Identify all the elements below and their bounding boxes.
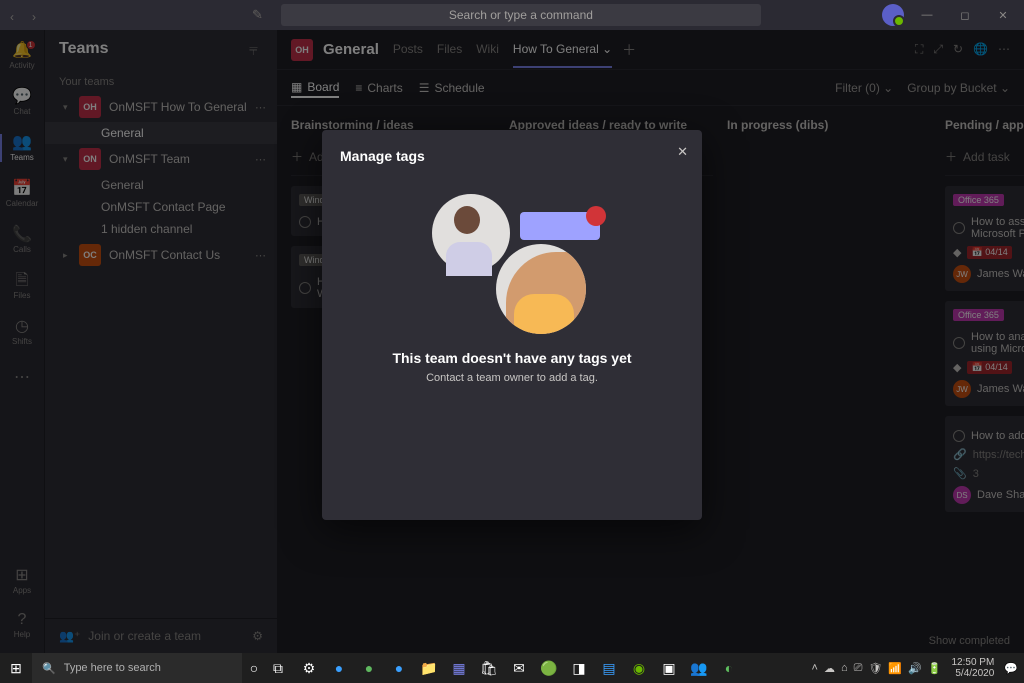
- search-icon: 🔍: [42, 662, 56, 675]
- taskbar-app-icon[interactable]: ●: [354, 656, 384, 680]
- taskbar-app-icon[interactable]: ▦: [444, 656, 474, 680]
- tray-icon[interactable]: ⌂: [841, 662, 848, 674]
- close-icon[interactable]: ✕: [677, 144, 688, 160]
- app-window: ‹ › ✎ Search or type a command — ◻ ✕ 🔔Ac…: [0, 0, 1024, 653]
- titlebar: ‹ › ✎ Search or type a command — ◻ ✕: [0, 0, 1024, 30]
- taskbar-app-icon[interactable]: ●: [324, 656, 354, 680]
- search-box[interactable]: Search or type a command: [281, 4, 761, 26]
- dialog-title: Manage tags: [340, 148, 684, 164]
- empty-state-heading: This team doesn't have any tags yet: [340, 350, 684, 366]
- taskbar-app-icon[interactable]: ●: [384, 656, 414, 680]
- notifications-icon[interactable]: 💬: [1004, 662, 1018, 675]
- taskbar-app-icon[interactable]: 🛍: [474, 656, 504, 680]
- taskbar-app-icon[interactable]: 📁: [414, 656, 444, 680]
- system-tray: ˄ ☁ ⌂ ⎚ 🛡 📶 🔊 🔋 12:50 PM5/4/2020 💬: [812, 657, 1024, 679]
- volume-icon[interactable]: 🔊: [908, 662, 922, 675]
- taskbar-app-icon[interactable]: ▣: [654, 656, 684, 680]
- taskbar-app-icon[interactable]: ◨: [564, 656, 594, 680]
- tray-icon[interactable]: ☁: [824, 662, 835, 675]
- back-icon[interactable]: ‹: [10, 10, 20, 20]
- cortana-icon[interactable]: ○: [242, 656, 266, 680]
- start-button[interactable]: ⊞: [0, 656, 32, 680]
- forward-icon[interactable]: ›: [32, 10, 42, 20]
- clock[interactable]: 12:50 PM5/4/2020: [947, 657, 998, 679]
- manage-tags-dialog: Manage tags ✕ This team doesn't have any…: [322, 130, 702, 520]
- taskbar-app-icon[interactable]: ▤: [594, 656, 624, 680]
- nav-arrows: ‹ ›: [0, 10, 52, 20]
- tray-icon[interactable]: 🛡: [868, 662, 882, 675]
- compose-icon[interactable]: ✎: [252, 7, 263, 23]
- maximize-button[interactable]: ◻: [950, 0, 980, 30]
- minimize-button[interactable]: —: [912, 0, 942, 30]
- taskbar-apps: ⚙ ● ● ● 📁 ▦ 🛍 ✉ 🟢 ◨ ▤ ◉ ▣ 👥 ◐: [294, 656, 744, 680]
- profile-avatar[interactable]: [882, 4, 904, 26]
- tray-icon[interactable]: ⎚: [854, 662, 863, 675]
- taskbar-app-icon[interactable]: ✉: [504, 656, 534, 680]
- wifi-icon[interactable]: 📶: [888, 662, 902, 675]
- empty-state-sub: Contact a team owner to add a tag.: [340, 372, 684, 384]
- taskbar-app-icon[interactable]: ◐: [714, 656, 744, 680]
- taskbar-app-icon[interactable]: 👥: [684, 656, 714, 680]
- taskbar-app-icon[interactable]: 🟢: [534, 656, 564, 680]
- taskbar-app-icon[interactable]: ⚙: [294, 656, 324, 680]
- empty-state-illustration: [432, 194, 592, 334]
- windows-taskbar: ⊞ 🔍 Type here to search ○ ⧉ ⚙ ● ● ● 📁 ▦ 🛍…: [0, 653, 1024, 683]
- battery-icon[interactable]: 🔋: [928, 662, 942, 675]
- search-placeholder: Type here to search: [64, 662, 161, 674]
- taskbar-search[interactable]: 🔍 Type here to search: [32, 653, 242, 683]
- tray-overflow-icon[interactable]: ˄: [812, 662, 818, 674]
- taskbar-app-icon[interactable]: ◉: [624, 656, 654, 680]
- close-button[interactable]: ✕: [988, 0, 1018, 30]
- taskview-icon[interactable]: ⧉: [266, 656, 290, 680]
